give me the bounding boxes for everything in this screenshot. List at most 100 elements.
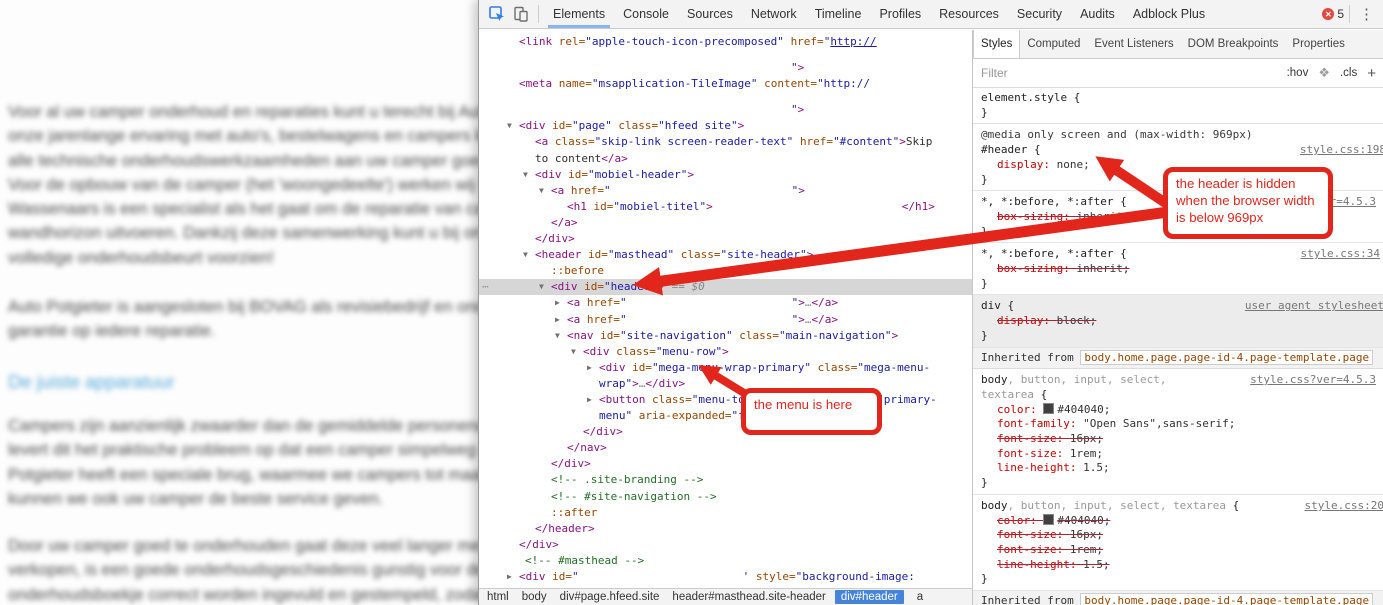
dom-tree-row[interactable]: ▼<div id="mobiel-header"> xyxy=(479,167,972,183)
dom-tree-row[interactable]: ▶<a href="">…</a> xyxy=(479,312,972,328)
dom-tree-row[interactable]: ▼<nav id="site-navigation" class="main-n… xyxy=(479,328,972,344)
rule-selector[interactable]: *, *:before, *:after { xyxy=(981,247,1127,262)
dom-tree-row[interactable]: ▶<div id="' style="background-image: xyxy=(479,569,972,585)
dom-tree-row[interactable]: </div> xyxy=(479,424,972,440)
dom-tree-row[interactable]: <meta name="msapplication-TileImage" con… xyxy=(479,76,972,92)
inspect-element-icon[interactable] xyxy=(485,3,509,25)
dom-tree-row[interactable]: <a class="skip-link screen-reader-text" … xyxy=(479,134,972,150)
tab-resources[interactable]: Resources xyxy=(930,0,1008,28)
rule-selector[interactable]: *, *:before, *:after { xyxy=(981,195,1127,210)
breadcrumb-item[interactable]: div#page.hfeed.site xyxy=(560,591,660,603)
dom-tree-row[interactable]: ▶<button class="menu-toggle" aria-contro… xyxy=(479,392,972,408)
css-declaration[interactable]: font-size: 1rem; xyxy=(981,543,1376,558)
dom-tree-row[interactable]: <h1 id="mobiel-titel"></h1> xyxy=(479,199,972,215)
rule-selector[interactable]: textarea { xyxy=(981,388,1047,403)
css-declaration[interactable]: font-size: 16px; xyxy=(981,432,1376,447)
css-declaration[interactable]: display: none; xyxy=(981,158,1376,173)
dom-tree-row[interactable]: ::after xyxy=(479,505,972,521)
css-declaration[interactable]: font-size: 16px; xyxy=(981,528,1376,543)
sidebar-tab-computed[interactable]: Computed xyxy=(1020,30,1087,58)
collapse-arrow-icon[interactable]: ▼ xyxy=(507,118,512,134)
css-declaration[interactable]: line-height: 1.5; xyxy=(981,461,1376,476)
toggle-element-state-button[interactable]: :hov xyxy=(1287,67,1309,79)
stylesheet-source-link[interactable]: user agent stylesheet xyxy=(1245,299,1383,314)
tab-audits[interactable]: Audits xyxy=(1071,0,1124,28)
dom-tree-row[interactable]: <!-- #masthead --> xyxy=(479,553,972,569)
color-swatch-icon[interactable] xyxy=(1043,403,1054,414)
collapse-arrow-icon[interactable]: ▼ xyxy=(571,344,576,360)
stylesheet-source-link[interactable]: style.css:198 xyxy=(1300,143,1383,158)
css-declaration[interactable]: font-size: 1rem; xyxy=(981,447,1376,462)
breadcrumb-item[interactable]: body xyxy=(522,591,547,603)
css-declaration[interactable]: display: block; xyxy=(981,314,1376,329)
dom-tree-row[interactable]: menu" aria-expanded="fa xyxy=(479,408,972,424)
expand-arrow-icon[interactable]: ▶ xyxy=(587,360,592,376)
stylesheet-source-link[interactable]: style.css?ver=4.5.3 xyxy=(1250,373,1376,388)
breadcrumb-item[interactable]: header#masthead.site-header xyxy=(672,591,825,603)
dom-tree-row-selected[interactable]: ⋯▼<div id="header">== $0 xyxy=(479,279,972,295)
collapse-arrow-icon[interactable]: ▼ xyxy=(523,247,528,263)
styles-filter-input[interactable]: Filter xyxy=(981,66,1277,80)
expand-arrow-icon[interactable]: ▶ xyxy=(507,569,512,585)
breadcrumb-item[interactable]: div#header xyxy=(835,590,904,604)
stylesheet-source-link[interactable]: style.css:20 xyxy=(1305,499,1383,514)
breadcrumb-item[interactable]: a xyxy=(917,591,923,603)
rule-selector[interactable]: div { xyxy=(981,299,1014,314)
dom-tree-row[interactable]: </div> xyxy=(479,231,972,247)
expand-arrow-icon[interactable]: ▶ xyxy=(555,312,560,328)
dom-tree-row[interactable]: <link rel="apple-touch-icon-precomposed"… xyxy=(479,34,972,50)
tab-sources[interactable]: Sources xyxy=(678,0,742,28)
sidebar-tab-properties[interactable]: Properties xyxy=(1285,30,1351,58)
expand-arrow-icon[interactable]: ▶ xyxy=(555,295,560,311)
collapse-arrow-icon[interactable]: ▼ xyxy=(539,279,544,295)
rule-selector[interactable]: element.style { xyxy=(981,91,1080,106)
dom-tree-row[interactable]: wrap">…</div> xyxy=(479,376,972,392)
dom-tree-row[interactable]: ▼<div id="page" class="hfeed site"> xyxy=(479,118,972,134)
sidebar-tab-event-listeners[interactable]: Event Listeners xyxy=(1087,30,1180,58)
dom-tree-row[interactable]: </div> xyxy=(479,537,972,553)
sidebar-tab-styles[interactable]: Styles xyxy=(973,30,1020,58)
css-declaration[interactable]: line-height: 1.5; xyxy=(981,558,1376,573)
dom-tree-row[interactable]: ▶<a href="">…</a> xyxy=(479,295,972,311)
new-style-rule-button[interactable]: + xyxy=(1367,65,1376,82)
devtools-menu-icon[interactable]: ⋮ xyxy=(1355,5,1378,23)
dom-tree-row[interactable]: <!-- #site-navigation --> xyxy=(479,489,972,505)
css-declaration[interactable]: box-sizing: inherit; xyxy=(981,210,1376,225)
dom-tree-row[interactable]: </a> xyxy=(479,215,972,231)
css-declaration[interactable]: font-family: "Open Sans",sans-serif; xyxy=(981,417,1376,432)
stylesheet-source-link[interactable]: style.css?ver=4.5.3 xyxy=(1250,195,1376,210)
dom-tree-row[interactable]: to content</a> xyxy=(479,151,972,167)
tab-console[interactable]: Console xyxy=(614,0,678,28)
tab-timeline[interactable]: Timeline xyxy=(806,0,871,28)
breadcrumb-item[interactable]: html xyxy=(487,591,509,603)
tab-profiles[interactable]: Profiles xyxy=(870,0,930,28)
device-toolbar-icon[interactable] xyxy=(509,3,533,25)
inherited-from-selector[interactable]: body.home.page.page-id-4.page-template.p… xyxy=(1080,350,1373,365)
element-classes-button[interactable]: .cls xyxy=(1340,67,1357,79)
dom-tree-row[interactable]: ▼<a href=""> xyxy=(479,183,972,199)
rule-selector[interactable]: body, button, input, select, xyxy=(981,373,1166,388)
collapse-arrow-icon[interactable]: ▼ xyxy=(555,328,560,344)
collapse-arrow-icon[interactable]: ▼ xyxy=(523,167,528,183)
tab-network[interactable]: Network xyxy=(742,0,806,28)
tab-elements[interactable]: Elements xyxy=(544,0,614,28)
dom-tree-row[interactable]: "> xyxy=(479,102,972,118)
dom-tree-row[interactable]: ▼<header id="masthead" class="site-heade… xyxy=(479,247,972,263)
dom-tree-row[interactable]: </div> xyxy=(479,456,972,472)
sidebar-tab-dom-breakpoints[interactable]: DOM Breakpoints xyxy=(1181,30,1286,58)
dom-tree-row[interactable]: "> xyxy=(479,60,972,76)
tab-security[interactable]: Security xyxy=(1008,0,1071,28)
stylesheet-source-link[interactable]: style.css:34 xyxy=(1301,247,1380,262)
element-state-icon[interactable]: ❖ xyxy=(1318,65,1330,81)
dom-tree-row[interactable]: </nav> xyxy=(479,440,972,456)
css-declaration[interactable]: box-sizing: inherit; xyxy=(981,262,1376,277)
inherited-from-selector[interactable]: body.home.page.page-id-4.page-template.p… xyxy=(1080,593,1373,605)
css-declaration[interactable]: color: #404040; xyxy=(981,514,1376,529)
dom-tree-row[interactable]: ▶<div id="mega-menu-wrap-primary" class=… xyxy=(479,360,972,376)
dom-tree-row[interactable]: ▼<div class="menu-row"> xyxy=(479,344,972,360)
expand-arrow-icon[interactable]: ▶ xyxy=(587,392,592,408)
error-badge[interactable]: ✕ 5 xyxy=(1322,7,1344,21)
tab-adblock-plus[interactable]: Adblock Plus xyxy=(1124,0,1214,28)
color-swatch-icon[interactable] xyxy=(1043,514,1054,525)
dom-tree-row[interactable]: ::before xyxy=(479,263,972,279)
